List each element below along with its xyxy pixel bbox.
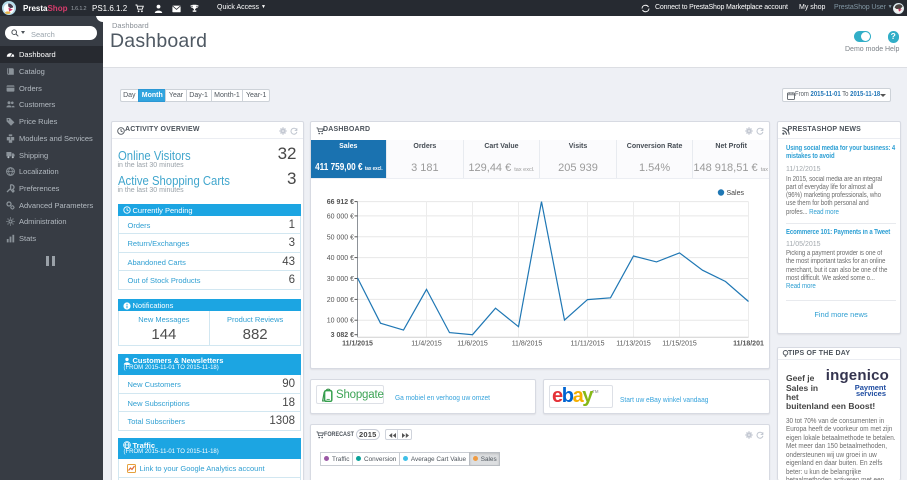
- svg-text:11/6/2015: 11/6/2015: [457, 341, 488, 348]
- svg-text:66 912 €: 66 912 €: [326, 199, 353, 206]
- svg-text:10 000 €: 10 000 €: [326, 318, 353, 325]
- svg-text:30 000 €: 30 000 €: [326, 276, 353, 283]
- svg-text:3 082 €: 3 082 €: [330, 332, 353, 339]
- svg-text:11/1/2015: 11/1/2015: [342, 341, 373, 348]
- svg-text:20 000 €: 20 000 €: [326, 297, 353, 304]
- svg-text:40 000 €: 40 000 €: [326, 255, 353, 262]
- svg-text:11/8/2015: 11/8/2015: [511, 341, 542, 348]
- svg-text:11/15/2015: 11/15/2015: [662, 341, 697, 348]
- svg-text:11/13/2015: 11/13/2015: [616, 341, 651, 348]
- svg-text:11/11/2015: 11/11/2015: [570, 341, 604, 348]
- svg-text:11/4/2015: 11/4/2015: [411, 341, 442, 348]
- svg-text:60 000 €: 60 000 €: [326, 213, 353, 220]
- svg-text:50 000 €: 50 000 €: [326, 234, 353, 241]
- svg-text:11/18/201: 11/18/201: [733, 341, 764, 348]
- svg-text:Sales: Sales: [726, 190, 744, 197]
